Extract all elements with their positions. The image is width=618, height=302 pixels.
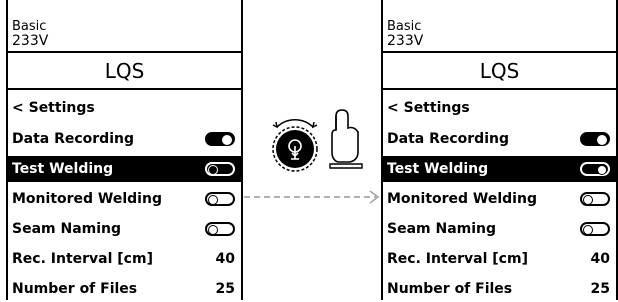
menu-item-label: Monitored Welding [12,191,162,207]
toggle-switch[interactable] [580,132,610,146]
divider [383,88,616,90]
back-settings-link[interactable]: < Settings [387,99,470,117]
toggle-switch[interactable] [580,192,610,206]
divider [8,88,241,90]
menu-item-label: Monitored Welding [387,191,537,207]
menu-item-label: Rec. Interval [cm] [12,251,153,267]
menu-item-label: Seam Naming [387,221,497,237]
toggle-switch[interactable] [205,132,235,146]
menu-item-label: Number of Files [12,281,138,297]
mode-label: Basic [387,19,422,34]
menu-item-value: 40 [590,251,610,267]
menu-item-label: Data Recording [12,131,134,147]
page-title: LQS [479,59,520,83]
toggle-switch[interactable] [580,222,610,236]
dashed-arrow-icon [244,190,380,204]
menu-item-test-welding[interactable]: Test Welding [8,156,241,182]
toggle-switch[interactable] [580,162,610,176]
toggle-switch[interactable] [205,192,235,206]
menu-item-data-recording[interactable]: Data Recording [8,126,241,152]
menu-item-label: Data Recording [387,131,509,147]
menu-item-monitored-welding[interactable]: Monitored Welding [8,186,241,212]
voltage-readout: 233V [387,33,424,49]
divider [8,51,241,53]
page-title: LQS [104,59,145,83]
menu-item-rec-interval[interactable]: Rec. Interval [cm] 40 [8,246,241,272]
lcd-screen-before: Basic 233V LQS < Settings Data Recording… [6,0,243,300]
menu-item-number-of-files[interactable]: Number of Files 25 [8,276,241,302]
menu-item-data-recording[interactable]: Data Recording [383,126,616,152]
toggle-switch[interactable] [205,162,235,176]
back-settings-link[interactable]: < Settings [12,99,95,117]
menu-item-label: Number of Files [387,281,513,297]
menu-item-value: 25 [215,281,235,297]
divider [383,51,616,53]
toggle-switch[interactable] [205,222,235,236]
menu-item-monitored-welding[interactable]: Monitored Welding [383,186,616,212]
menu-item-number-of-files[interactable]: Number of Files 25 [383,276,616,302]
menu-item-value: 25 [590,281,610,297]
menu-item-value: 40 [215,251,235,267]
rotary-knob-icon [272,119,318,172]
menu-item-label: Seam Naming [12,221,122,237]
lcd-screen-after: Basic 233V LQS < Settings Data Recording… [381,0,618,300]
mode-label: Basic [12,19,47,34]
finger-press-icon [329,109,363,169]
menu-item-rec-interval[interactable]: Rec. Interval [cm] 40 [383,246,616,272]
voltage-readout: 233V [12,33,49,49]
menu-item-seam-naming[interactable]: Seam Naming [383,216,616,242]
menu-item-test-welding[interactable]: Test Welding [383,156,616,182]
menu-item-label: Test Welding [12,161,114,177]
menu-item-label: Test Welding [387,161,489,177]
menu-item-seam-naming[interactable]: Seam Naming [8,216,241,242]
menu-item-label: Rec. Interval [cm] [387,251,528,267]
